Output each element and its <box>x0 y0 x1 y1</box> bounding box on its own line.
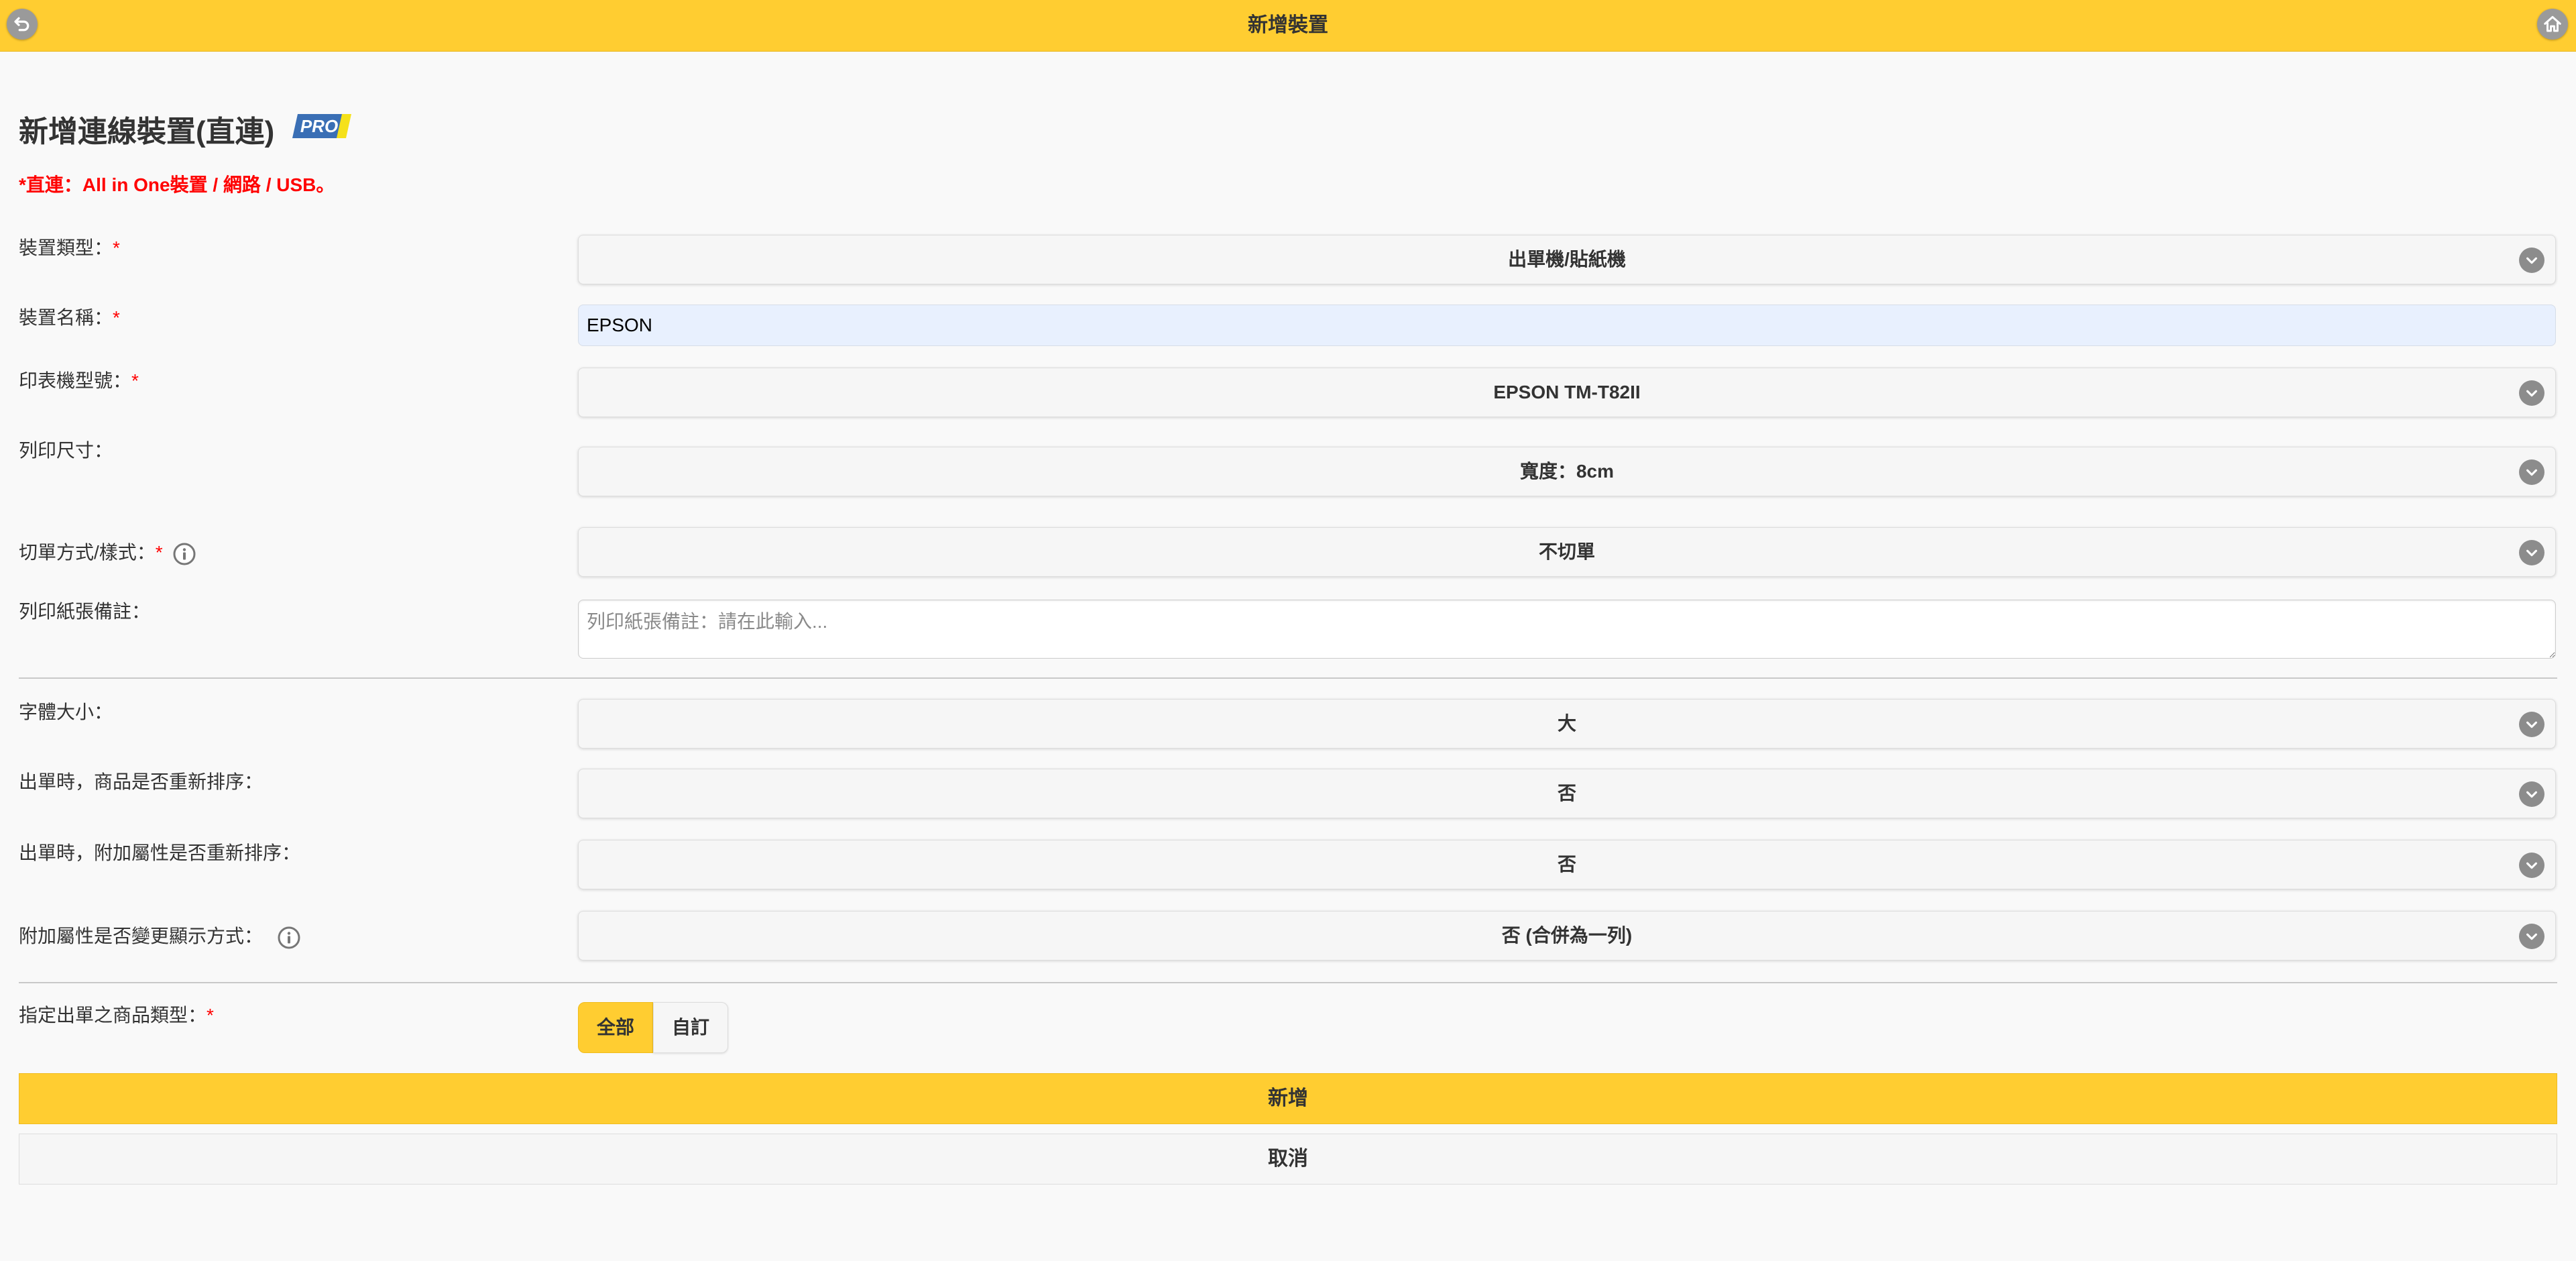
add-button[interactable]: 新增 <box>19 1073 2557 1124</box>
chevron-down-icon <box>2519 781 2544 807</box>
font-size-select[interactable]: 大 <box>578 699 2556 749</box>
font-size-label: 字體大小： <box>19 702 113 722</box>
info-icon[interactable] <box>173 543 196 565</box>
resort-items-select[interactable]: 否 <box>578 769 2556 818</box>
direct-connect-notice: *直連：All in One裝置 / 網路 / USB。 <box>19 174 335 195</box>
top-bar: 新增裝置 <box>0 0 2576 52</box>
chevron-down-icon <box>2519 380 2544 406</box>
cut-mode-label: 切單方式/樣式：* <box>19 538 196 565</box>
pro-badge-icon: PRO <box>292 114 351 138</box>
device-type-label: 裝置類型：* <box>19 233 120 260</box>
required-mark: * <box>155 542 163 563</box>
product-type-label: 指定出單之商品類型：* <box>19 1001 214 1028</box>
cut-mode-select[interactable]: 不切單 <box>578 527 2556 577</box>
printer-model-label: 印表機型號：* <box>19 366 139 393</box>
chevron-down-icon <box>2519 540 2544 565</box>
pro-badge-text: PRO <box>300 116 338 136</box>
section-divider <box>19 677 2557 679</box>
chevron-down-icon <box>2519 853 2544 878</box>
required-mark: * <box>113 307 120 328</box>
required-mark: * <box>207 1005 214 1026</box>
device-type-value: 出單機/貼紙機 <box>1508 249 1626 270</box>
paper-note-label: 列印紙張備註： <box>19 601 151 622</box>
resort-attrs-value: 否 <box>1557 854 1576 875</box>
device-name-label-text: 裝置名稱： <box>19 307 113 328</box>
required-mark: * <box>113 237 120 258</box>
printer-model-value: EPSON TM-T82II <box>1493 382 1641 402</box>
product-type-label-text: 指定出單之商品類型： <box>19 1005 207 1026</box>
form-heading: 新增連線裝置(直連) <box>19 115 275 148</box>
attr-display-select[interactable]: 否 (合併為一列) <box>578 911 2556 961</box>
required-mark: * <box>131 370 139 391</box>
home-icon[interactable] <box>2537 9 2568 40</box>
resort-items-value: 否 <box>1557 783 1576 804</box>
device-name-label: 裝置名稱：* <box>19 303 120 330</box>
cut-mode-value: 不切單 <box>1538 541 1595 562</box>
cut-mode-label-text: 切單方式/樣式： <box>19 542 156 563</box>
attr-display-label: 附加屬性是否變更顯示方式： <box>19 922 300 949</box>
chevron-down-icon <box>2519 924 2544 949</box>
product-type-option-all[interactable]: 全部 <box>578 1002 653 1053</box>
paper-note-textarea[interactable] <box>578 600 2556 659</box>
chevron-down-icon <box>2519 248 2544 273</box>
device-name-input[interactable] <box>578 305 2556 346</box>
info-icon[interactable] <box>278 926 300 949</box>
chevron-down-icon <box>2519 712 2544 737</box>
resort-attrs-label: 出單時，附加屬性是否重新排序： <box>19 842 301 863</box>
print-size-label: 列印尺寸： <box>19 440 113 461</box>
print-size-value: 寬度：8cm <box>1519 461 1615 482</box>
device-type-label-text: 裝置類型： <box>19 237 113 258</box>
font-size-value: 大 <box>1557 713 1576 734</box>
resort-items-label: 出單時，商品是否重新排序： <box>19 771 264 792</box>
printer-model-label-text: 印表機型號： <box>19 370 132 391</box>
page-title: 新增裝置 <box>1248 14 1328 36</box>
section-divider <box>19 982 2557 983</box>
device-type-select[interactable]: 出單機/貼紙機 <box>578 235 2556 284</box>
attr-display-value: 否 (合併為一列) <box>1501 925 1633 946</box>
chevron-down-icon <box>2519 459 2544 485</box>
attr-display-label-text: 附加屬性是否變更顯示方式： <box>19 926 264 946</box>
printer-model-select[interactable]: EPSON TM-T82II <box>578 368 2556 417</box>
print-size-select[interactable]: 寬度：8cm <box>578 447 2556 496</box>
product-type-option-custom[interactable]: 自訂 <box>653 1002 728 1053</box>
cancel-button[interactable]: 取消 <box>19 1134 2557 1185</box>
resort-attrs-select[interactable]: 否 <box>578 840 2556 889</box>
